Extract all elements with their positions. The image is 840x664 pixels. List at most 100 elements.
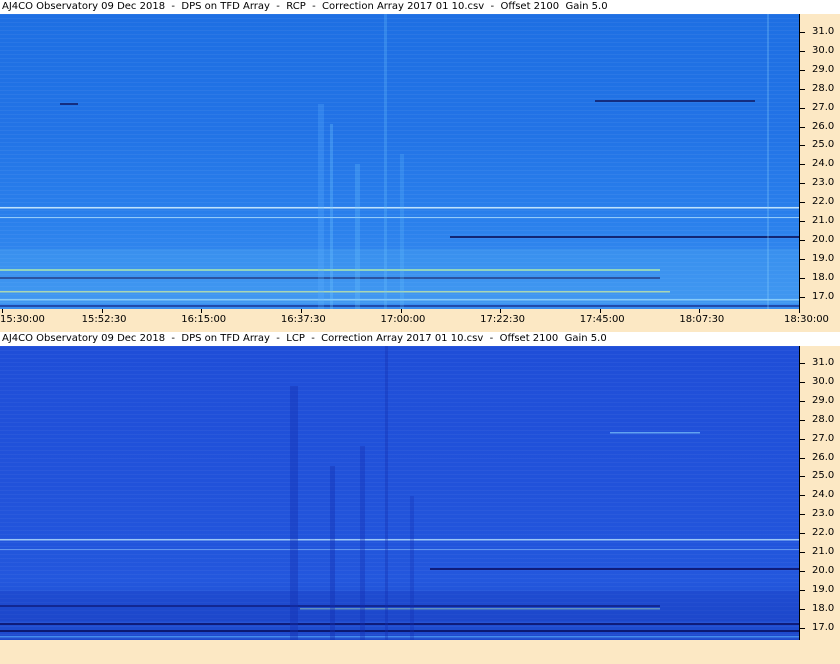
x-tick-label: 16:15:00: [181, 314, 227, 325]
rcp-burst: [318, 104, 324, 309]
rcp-frequency-axis: 31.0 30.0 29.0 28.0 27.0 26.0 25.0 24.0 23.0 22.0…: [799, 14, 840, 309]
y-tick-label: 26.0: [812, 451, 835, 463]
lcp-rfi-line: [610, 432, 700, 434]
lcp-rfi-line: [0, 539, 799, 541]
y-tick-label: 23.0: [812, 508, 835, 520]
rcp-burst: [355, 164, 360, 309]
y-tick: [800, 221, 805, 222]
x-tick-label: 15:30:00: [0, 314, 45, 325]
lcp-rfi-line: [0, 549, 799, 550]
y-tick-label: 29.0: [812, 394, 835, 406]
y-tick-label: 28.0: [812, 413, 835, 425]
y-tick: [800, 164, 805, 166]
y-tick-label: 22.0: [812, 196, 835, 208]
y-tick: [800, 608, 805, 610]
x-tick: [401, 309, 402, 313]
lcp-dark-band: [0, 591, 799, 621]
y-tick: [800, 88, 805, 90]
lcp-rfi-line: [0, 636, 799, 638]
rcp-bright-band: [0, 249, 799, 304]
y-tick: [800, 381, 805, 383]
y-tick-label: 27.0: [812, 101, 835, 113]
y-tick: [800, 476, 805, 478]
y-tick-label: 17.0: [812, 290, 835, 302]
y-tick-label: 30.0: [812, 44, 835, 56]
y-tick-label: 30.0: [812, 375, 835, 387]
y-tick-label: 22.0: [812, 527, 835, 539]
x-tick-label: 18:07:30: [679, 314, 725, 325]
rcp-dark-line: [60, 103, 78, 105]
lcp-dark-line: [430, 568, 799, 570]
rcp-spectrogram-features: [0, 14, 799, 309]
x-tick-label: 18:30:00: [784, 314, 829, 325]
y-tick-label: 23.0: [812, 177, 835, 189]
y-tick: [800, 145, 805, 147]
rcp-burst: [767, 14, 769, 309]
lcp-title: AJ4CO Observatory 09 Dec 2018 - DPS on T…: [0, 332, 840, 346]
x-tick: [2, 309, 3, 313]
y-tick-label: 24.0: [812, 489, 835, 501]
time-axis: 15:30:00 15:52:30 16:15:00 16:37:30 17:00:00…: [0, 309, 840, 331]
x-tick: [500, 309, 501, 313]
rcp-title: AJ4CO Observatory 09 Dec 2018 - DPS on T…: [0, 0, 840, 14]
y-tick-label: 28.0: [812, 82, 835, 94]
y-tick-label: 17.0: [812, 621, 835, 633]
y-tick-label: 31.0: [812, 357, 835, 368]
rcp-burst: [400, 154, 404, 309]
y-tick-label: 20.0: [812, 233, 835, 245]
y-tick: [800, 258, 805, 260]
rcp-burst: [384, 14, 387, 309]
y-tick-label: 31.0: [812, 26, 835, 37]
y-tick: [800, 589, 805, 591]
y-tick: [800, 438, 805, 440]
y-tick: [800, 457, 805, 459]
x-tick: [102, 309, 103, 313]
y-tick: [800, 69, 805, 71]
lcp-dark-line: [0, 623, 799, 625]
y-tick-label: 24.0: [812, 158, 835, 170]
x-tick: [301, 309, 302, 313]
y-tick: [800, 552, 805, 553]
y-tick-label: 19.0: [812, 252, 835, 264]
y-tick-label: 18.0: [812, 271, 835, 283]
x-tick: [201, 309, 202, 313]
lcp-burst: [360, 446, 365, 640]
rcp-dark-line: [0, 305, 799, 307]
y-tick: [800, 50, 805, 52]
y-tick-label: 26.0: [812, 120, 835, 132]
rcp-spectrogram[interactable]: [0, 14, 799, 309]
y-tick: [800, 239, 805, 241]
x-tick-label: 16:37:30: [280, 314, 326, 325]
x-tick-label: 15:52:30: [81, 314, 127, 325]
y-tick: [800, 277, 805, 279]
y-tick-label: 20.0: [812, 564, 835, 576]
y-tick-label: 19.0: [812, 583, 835, 595]
rcp-dark-line: [595, 100, 755, 102]
lcp-spectrogram[interactable]: [0, 346, 799, 640]
y-tick-label: 25.0: [812, 139, 835, 151]
y-tick: [800, 296, 805, 298]
rcp-burst: [330, 124, 333, 309]
y-tick: [800, 514, 805, 516]
y-tick: [800, 363, 805, 364]
lcp-burst: [330, 466, 335, 640]
y-tick-label: 27.0: [812, 432, 835, 444]
lcp-spectrogram-features: [0, 346, 799, 640]
x-tick-label: 17:00:00: [380, 314, 426, 325]
x-tick-label: 17:45:00: [579, 314, 625, 325]
y-tick-label: 18.0: [812, 602, 835, 614]
lcp-frequency-axis: 31.0 30.0 29.0 28.0 27.0 26.0 25.0 24.0 23.0 22.0…: [799, 346, 840, 640]
y-tick: [800, 627, 805, 629]
rcp-rfi-line: [0, 207, 799, 209]
y-tick-label: 25.0: [812, 470, 835, 482]
x-tick: [699, 309, 700, 313]
lcp-burst: [410, 496, 414, 640]
y-tick: [800, 183, 805, 185]
rcp-rfi-line: [0, 217, 799, 218]
lcp-burst: [290, 386, 298, 640]
y-tick: [800, 495, 805, 497]
rcp-dark-line: [450, 236, 799, 238]
y-tick: [800, 32, 805, 33]
y-tick-label: 21.0: [812, 215, 835, 226]
y-tick: [800, 126, 805, 128]
